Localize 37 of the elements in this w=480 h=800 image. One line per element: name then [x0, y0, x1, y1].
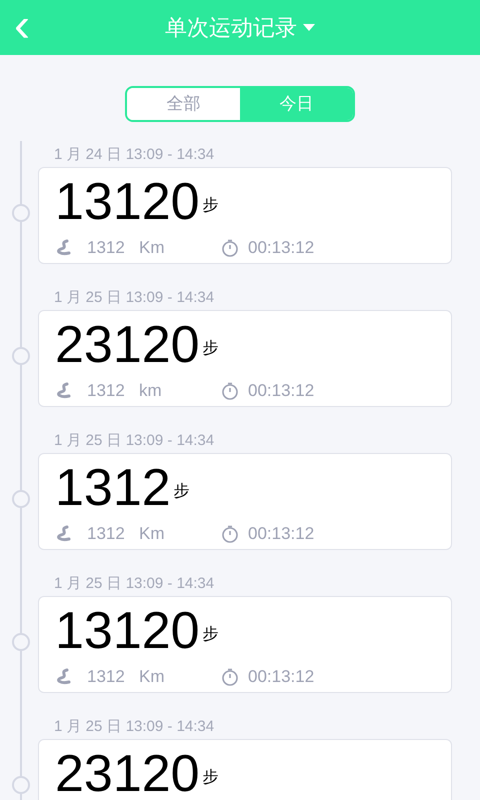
record-date: 1 月 24 日 13:09 - 14:34 — [54, 144, 214, 165]
stopwatch-icon — [221, 238, 239, 257]
record-date: 1 月 25 日 13:09 - 14:34 — [54, 574, 214, 594]
distance-value: 1312 — [87, 237, 126, 259]
record-date: 1 月 25 日 13:09 - 14:34 — [54, 716, 214, 737]
distance-value: 1312 — [87, 666, 126, 688]
page-title: 单次运动记录 — [165, 14, 297, 42]
duration: 00:13:12 — [248, 380, 314, 402]
route-icon — [55, 382, 73, 400]
route-icon — [55, 668, 73, 686]
distance-value: 1312 — [87, 380, 126, 402]
record-date: 1 月 25 日 13:09 - 14:34 — [54, 288, 214, 308]
stopwatch-icon — [221, 668, 239, 686]
step-unit: 步 — [202, 624, 219, 645]
step-unit: 步 — [202, 768, 219, 788]
step-count: 13120 — [55, 172, 200, 232]
stopwatch-icon — [221, 524, 239, 543]
step-count: 13120 — [55, 601, 200, 661]
distance-unit: Km — [139, 237, 166, 259]
record-date: 1 月 25 日 13:09 - 14:34 — [54, 430, 214, 451]
distance-value: 1312 — [87, 523, 126, 545]
step-count: 1312 — [55, 458, 171, 518]
distance-unit: Km — [139, 666, 166, 688]
step-unit: 步 — [202, 338, 219, 359]
route-icon — [55, 524, 73, 543]
step-count: 23120 — [55, 315, 200, 375]
duration: 00:13:12 — [248, 666, 314, 688]
duration: 00:13:12 — [248, 237, 314, 259]
stopwatch-icon — [221, 382, 239, 400]
distance-unit: km — [139, 380, 163, 402]
step-unit: 步 — [202, 196, 219, 216]
step-unit: 步 — [174, 482, 190, 502]
distance-unit: Km — [139, 523, 166, 545]
duration: 00:13:12 — [248, 523, 314, 545]
step-count: 23120 — [55, 744, 200, 800]
dropdown-caret-icon[interactable] — [303, 24, 315, 32]
route-icon — [55, 238, 73, 257]
